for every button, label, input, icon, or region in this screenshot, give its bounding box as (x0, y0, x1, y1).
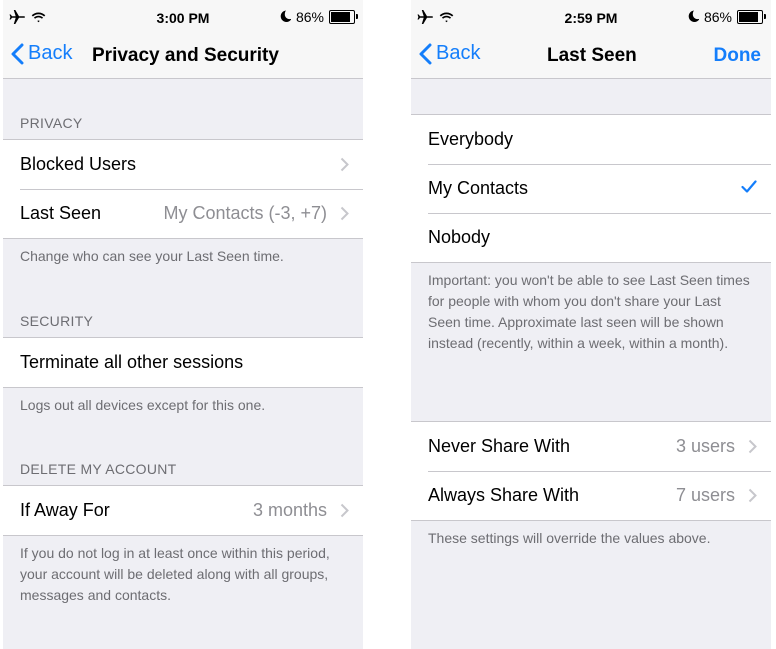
chevron-right-icon (340, 157, 349, 172)
option-everybody[interactable]: Everybody (411, 115, 771, 164)
exceptions-group: Never Share With 3 users Always Share Wi… (411, 421, 771, 521)
status-bar: 2:59 PM 86% (411, 0, 771, 36)
battery-percent: 86% (295, 9, 324, 25)
last-seen-label: Last Seen (20, 203, 102, 223)
privacy-footer: Change who can see your Last Seen time. (20, 248, 284, 264)
chevron-right-icon (748, 439, 757, 454)
checkmark-icon (741, 180, 757, 193)
done-button[interactable]: Done (714, 45, 762, 67)
if-away-for-row[interactable]: If Away For 3 months (3, 486, 363, 535)
blocked-users-row[interactable]: Blocked Users (3, 140, 363, 189)
back-chevron-icon (419, 43, 432, 64)
always-share-row[interactable]: Always Share With 7 users (411, 471, 771, 520)
option-nobody[interactable]: Nobody (411, 213, 771, 262)
always-share-value: 7 users (675, 485, 735, 505)
option-label: Nobody (428, 227, 491, 247)
back-button[interactable]: Back (11, 42, 72, 65)
moon-icon (280, 9, 292, 25)
delete-account-group: If Away For 3 months (3, 485, 363, 536)
option-my-contacts[interactable]: My Contacts (411, 164, 771, 213)
back-label: Back (28, 42, 73, 64)
privacy-group: Blocked Users Last Seen My Contacts (-3,… (3, 139, 363, 239)
back-label: Back (436, 42, 481, 64)
navigation-bar: Back Privacy and Security (3, 36, 363, 79)
delete-account-footer: If you do not log in at least once withi… (20, 545, 330, 603)
terminate-sessions-row[interactable]: Terminate all other sessions (3, 338, 363, 387)
delete-account-section-header: DELETE MY ACCOUNT (20, 461, 177, 477)
if-away-for-label: If Away For (20, 500, 110, 520)
moon-icon (688, 9, 700, 25)
security-footer: Logs out all devices except for this one… (20, 397, 266, 413)
chevron-right-icon (340, 503, 349, 518)
option-label: My Contacts (428, 178, 529, 198)
page-title: Privacy and Security (92, 45, 279, 66)
never-share-value: 3 users (675, 436, 735, 456)
page-title: Last Seen (547, 45, 637, 66)
back-chevron-icon (11, 43, 24, 64)
options-footer: Important: you won't be able to see Last… (428, 272, 750, 351)
option-label: Everybody (428, 129, 514, 149)
last-seen-screen: 2:59 PM 86% Back Last Seen Done Everybod… (411, 0, 771, 649)
always-share-label: Always Share With (428, 485, 580, 505)
battery-icon (329, 10, 358, 24)
if-away-for-value: 3 months (252, 500, 327, 520)
back-button[interactable]: Back (419, 42, 480, 65)
battery-percent: 86% (703, 9, 732, 25)
visibility-options-group: Everybody My Contacts Nobody (411, 114, 771, 263)
status-bar: 3:00 PM 86% (3, 0, 363, 36)
never-share-row[interactable]: Never Share With 3 users (411, 422, 771, 471)
privacy-section-header: PRIVACY (20, 115, 83, 131)
terminate-sessions-label: Terminate all other sessions (20, 352, 244, 372)
last-seen-value: My Contacts (-3, +7) (163, 203, 327, 223)
privacy-security-screen: 3:00 PM 86% Back Privacy and Security PR… (3, 0, 363, 649)
blocked-users-label: Blocked Users (20, 154, 137, 174)
security-group: Terminate all other sessions (3, 337, 363, 388)
battery-icon (737, 10, 766, 24)
last-seen-row[interactable]: Last Seen My Contacts (-3, +7) (3, 189, 363, 238)
chevron-right-icon (748, 488, 757, 503)
never-share-label: Never Share With (428, 436, 571, 456)
exceptions-footer: These settings will override the values … (428, 530, 711, 546)
chevron-right-icon (340, 206, 349, 221)
navigation-bar: Back Last Seen Done (411, 36, 771, 79)
security-section-header: SECURITY (20, 313, 94, 329)
